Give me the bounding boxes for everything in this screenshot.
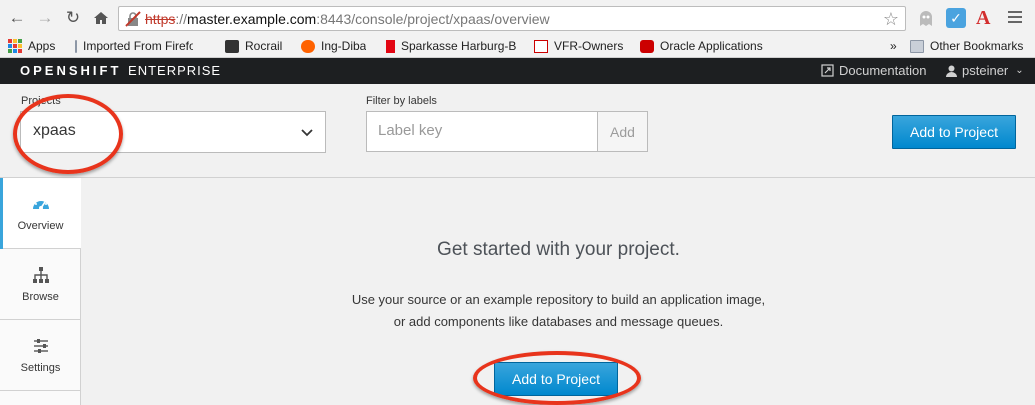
chevron-down-icon: ⌄ [1015,65,1024,76]
redhat-icon [640,39,654,53]
project-select[interactable]: xpaas [20,111,326,153]
insecure-lock-icon[interactable] [125,10,141,27]
dashboard-icon [31,194,51,214]
chevron-down-icon [301,124,313,142]
bookmark-sparkasse[interactable]: Sparkasse Harburg-B [386,39,518,53]
apps-grid-icon [8,39,22,53]
documentation-icon [821,64,834,77]
filter-add-button[interactable]: Add [597,111,648,152]
bookmark-ingdiba[interactable]: Ing-Diba [301,39,366,53]
bookmark-label: VFR-Owners [554,39,624,53]
url-scheme: https [145,10,176,27]
bookmark-label: Apps [28,39,56,53]
browser-toolbar: ← → ↻ https://master.example.com:8443/co… [0,0,1035,36]
sidebar-item-label: Browse [22,291,59,303]
bookmark-other-folder[interactable]: Other Bookmarks [910,39,1023,53]
url-host: master.example.com [187,10,317,27]
sidebar-item-browse[interactable]: Browse [0,249,81,320]
bookmark-label: Sparkasse Harburg-B [401,39,517,53]
overview-main: Get started with your project. Use your … [82,179,1035,405]
lion-icon [301,39,315,53]
page-title: Get started with your project. [437,239,680,260]
bookmark-apps[interactable]: Apps [8,39,55,53]
url-separator: :// [175,10,188,27]
add-to-project-button-top[interactable]: Add to Project [892,115,1016,149]
user-icon [946,65,957,77]
add-to-project-button-main[interactable]: Add to Project [494,362,618,396]
folder-icon [910,39,924,53]
train-icon [225,39,239,53]
bookmark-star-icon[interactable]: ☆ [883,9,899,30]
bookmark-vfr[interactable]: VFR-Owners [534,39,623,53]
sitemap-icon [31,265,51,285]
folder-icon [75,39,77,53]
filter-label: Filter by labels [366,95,437,107]
back-arrow-icon[interactable]: ← [6,7,28,29]
user-menu[interactable]: psteiner ⌄ [946,63,1024,78]
forward-arrow-icon[interactable]: → [34,7,56,29]
bookmark-imported-folder[interactable]: Imported From Firefo [75,39,193,53]
bookmarks-overflow-chevron[interactable]: » [890,39,897,53]
vfr-icon [534,39,548,53]
bookmark-label: Oracle Applications [660,39,763,53]
brand-light: ENTERPRISE [128,63,222,78]
description-line-2: or add components like databases and mes… [393,314,724,329]
sidebar-item-label: Settings [20,362,61,374]
username: psteiner [962,63,1009,78]
bookmark-label: Ing-Diba [321,39,367,53]
address-bar[interactable]: https://master.example.com:8443/console/… [118,6,906,31]
description-line-1: Use your source or an example repository… [351,292,766,307]
documentation-link[interactable]: Documentation [821,63,926,78]
bookmark-oracle[interactable]: Oracle Applications [640,39,763,53]
bookmark-label: Other Bookmarks [930,39,1024,53]
app-header: OPENSHIFT ENTERPRISE Documentation pstei… [0,58,1035,84]
bookmark-label: Imported From Firefo [83,39,193,53]
url-path: :8443/console/project/xpaas/overview [316,10,550,27]
sidebar-item-label: Overview [17,220,64,232]
label-key-input[interactable]: Label key [366,111,598,152]
sidebar-item-settings[interactable]: Settings [0,320,81,391]
checkmark-extension-icon[interactable]: ✓ [946,8,966,28]
bookmark-label: Rocrail [245,39,283,53]
documentation-label: Documentation [839,63,927,78]
sidebar-item-overview[interactable]: Overview [0,178,81,249]
project-select-value: xpaas [33,122,76,139]
project-bar: Projects xpaas Filter by labels Label ke… [0,84,1035,178]
overflow-label: » [890,39,897,53]
sparkasse-icon [386,39,395,53]
brand-logo[interactable]: OPENSHIFT ENTERPRISE [20,63,221,78]
home-icon[interactable] [90,7,112,29]
sidebar-nav: Overview Browse Settings [0,178,81,405]
reload-icon[interactable]: ↻ [62,7,84,29]
ghost-extension-icon[interactable] [916,8,936,28]
acrobat-extension-icon[interactable]: A [976,8,996,28]
menu-icon[interactable] [1008,8,1022,28]
bookmarks-bar: Apps Imported From Firefo Rocrail Ing-Di… [0,36,1035,58]
brand-bold: OPENSHIFT [20,63,122,78]
projects-label: Projects [21,95,61,107]
bookmark-rocrail[interactable]: Rocrail [225,39,282,53]
sliders-icon [31,336,51,356]
